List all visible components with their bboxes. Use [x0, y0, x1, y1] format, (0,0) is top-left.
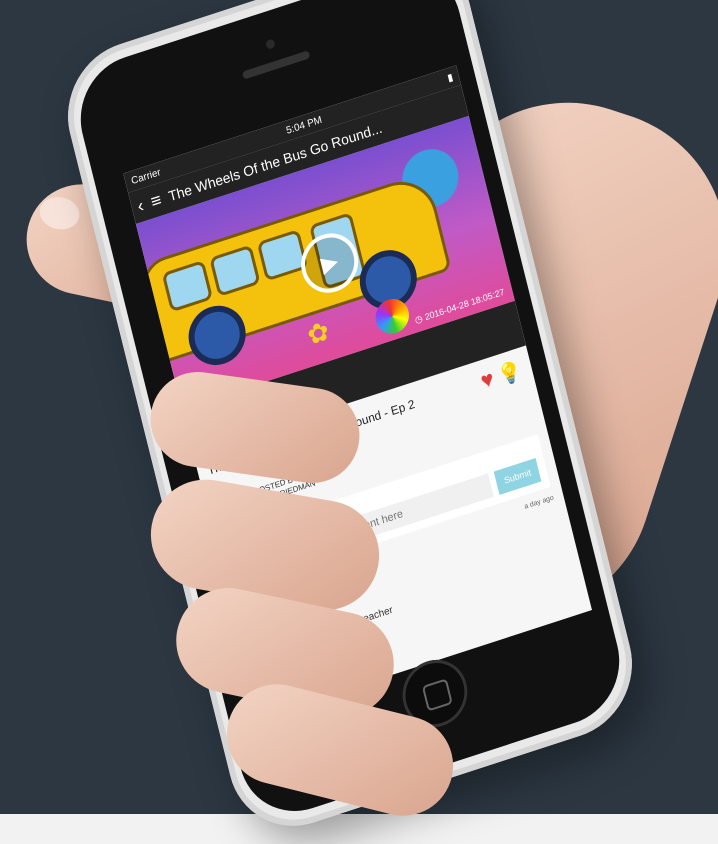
back-arrow-icon[interactable]: ‹: [135, 195, 146, 216]
hamburger-menu-icon[interactable]: ≡: [149, 189, 164, 212]
earpiece-speaker: [241, 50, 311, 80]
lightbulb-icon[interactable]: 💡: [495, 359, 524, 388]
front-camera: [265, 38, 276, 50]
floor: [0, 814, 718, 844]
like-heart-icon[interactable]: ♥: [478, 365, 496, 393]
battery-icon: ▮: [446, 71, 455, 84]
flower-icon: ✿: [304, 315, 333, 351]
